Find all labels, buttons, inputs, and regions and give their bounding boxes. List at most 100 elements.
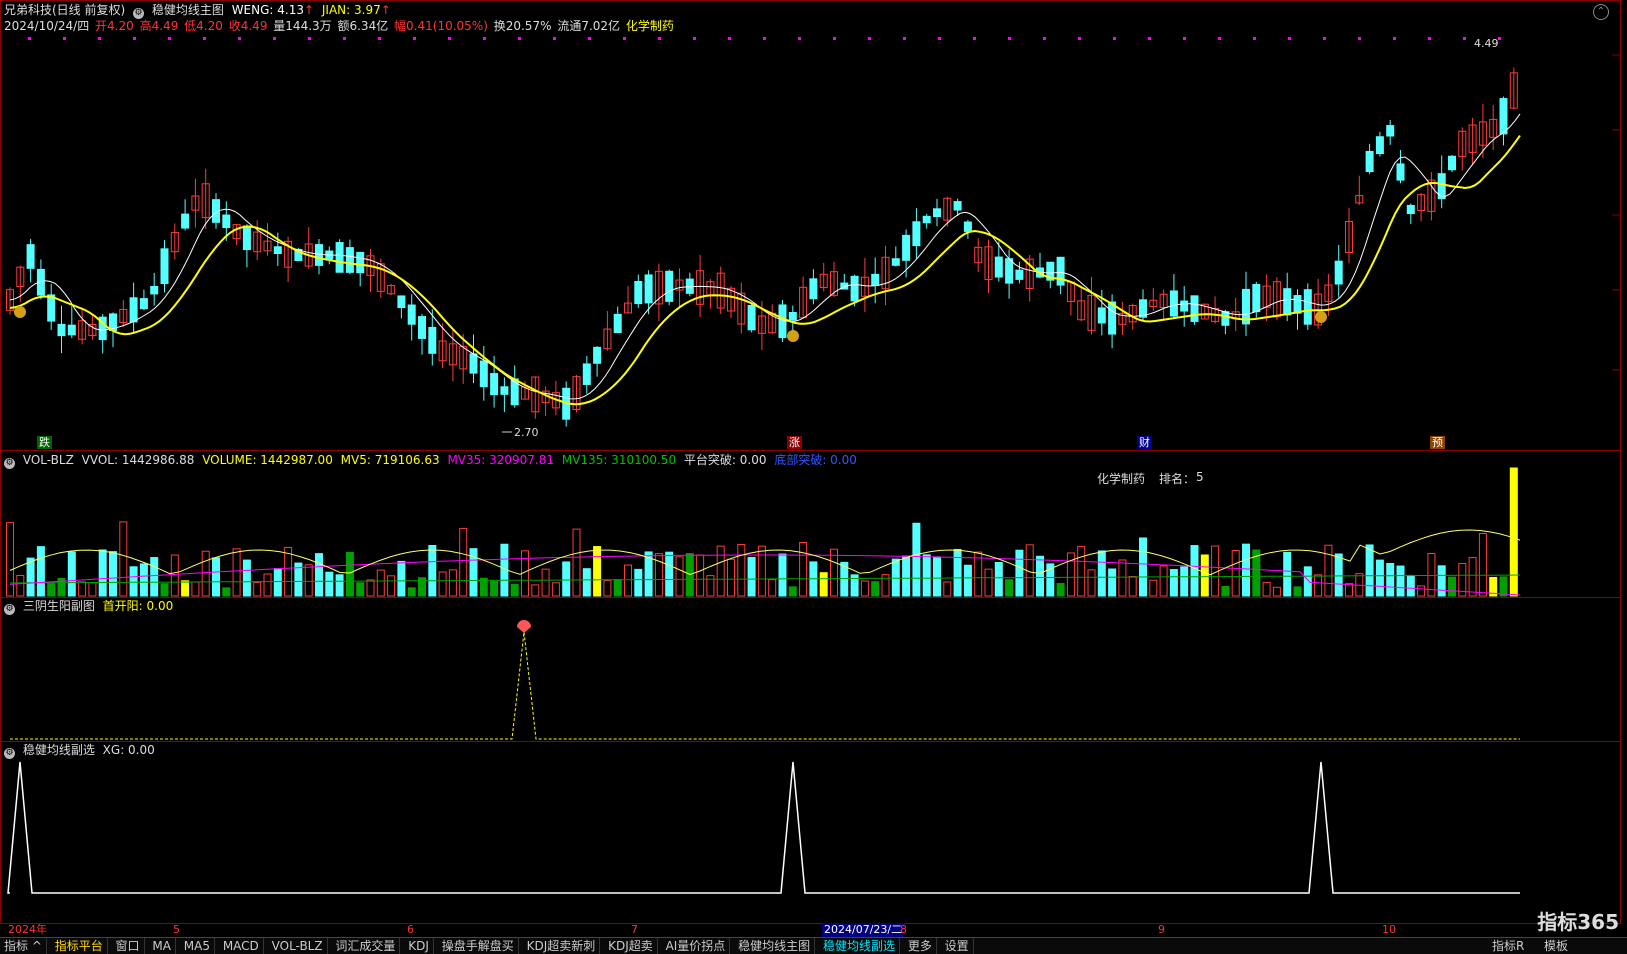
tab-volume-words[interactable]: 词汇成交量 — [331, 938, 401, 954]
kline-chart[interactable] — [0, 0, 1627, 953]
settings-icon[interactable]: ⚙ — [4, 458, 15, 469]
tab-ma5[interactable]: MA5 — [180, 938, 215, 954]
signal-dot — [518, 37, 521, 40]
tab-kdj-oversold[interactable]: KDJ超卖 — [604, 938, 658, 954]
signal-dot — [1358, 37, 1361, 40]
x-label: 8 — [900, 923, 907, 936]
signal-dot — [693, 37, 696, 40]
settings-icon[interactable]: ⚙ — [4, 748, 15, 759]
signal-dot — [1463, 37, 1466, 40]
tab-kdj-new[interactable]: KDJ超卖新刺 — [523, 938, 601, 954]
tab-macd[interactable]: MACD — [219, 938, 264, 954]
tab-indicator[interactable]: 指标 ^ — [0, 938, 47, 954]
tab-ai[interactable]: AI量价拐点 — [662, 938, 731, 954]
volume-bar — [222, 587, 231, 597]
signal-dot — [343, 37, 346, 40]
candle-body — [428, 326, 437, 354]
volume-bar — [665, 551, 674, 597]
volume-bar — [1406, 574, 1415, 597]
volume-bar — [747, 557, 756, 597]
volume-bar — [1128, 576, 1137, 597]
volume-bar — [1437, 565, 1446, 597]
bottom-breakout: 底部突破: 0.00 — [774, 453, 857, 467]
vol-indicator-name[interactable]: VOL-BLZ — [23, 453, 74, 467]
tab-kdj[interactable]: KDJ — [404, 938, 434, 954]
signal-dot — [1078, 37, 1081, 40]
volume-bar — [1056, 583, 1065, 597]
candle-body — [479, 360, 488, 388]
volume-bar — [1396, 565, 1405, 597]
low-price-label: 2.70 — [514, 426, 539, 439]
signal-dot — [1393, 37, 1396, 40]
sub1-signal-line — [10, 631, 1520, 740]
volume-bar — [160, 583, 169, 597]
vvol-value: VVOL: 1442986.88 — [81, 453, 195, 467]
signal-dot — [658, 37, 661, 40]
x-label: 9 — [1158, 923, 1165, 936]
mv135-value: MV135: 310100.50 — [561, 453, 677, 467]
volume-bar — [366, 579, 375, 597]
candle-body — [1108, 301, 1117, 335]
candle-body — [953, 201, 962, 211]
candle-body — [593, 346, 602, 364]
tab-indicator-r[interactable]: 指标R — [1488, 938, 1528, 954]
ma-white-line — [9, 113, 1521, 400]
tab-main-ma[interactable]: 稳健均线主图 — [734, 938, 816, 954]
volume-bar — [768, 579, 777, 597]
volume-bar — [1468, 557, 1477, 597]
tab-sub-ma[interactable]: 稳健均线副选 — [819, 938, 900, 954]
tab-more[interactable]: 更多 — [904, 938, 937, 954]
candle-body — [1015, 269, 1024, 280]
candle-body — [871, 273, 880, 286]
volume-value: VOLUME: 1442987.00 — [202, 453, 333, 467]
volume-bar — [1293, 586, 1302, 597]
candle-body — [634, 280, 643, 305]
signal-dot — [1253, 37, 1256, 40]
signal-dot — [308, 37, 311, 40]
volume-bar — [963, 564, 972, 597]
volume-bar — [922, 554, 931, 597]
tab-platform[interactable]: 指标平台 — [51, 938, 108, 954]
volume-bar — [181, 580, 190, 597]
volume-bar — [397, 560, 406, 597]
signal-dot — [798, 37, 801, 40]
tab-settings[interactable]: 设置 — [941, 938, 974, 954]
volume-bar — [613, 579, 622, 597]
volume-bar — [26, 557, 35, 597]
tab-ma[interactable]: MA — [148, 938, 176, 954]
candle-body — [1190, 295, 1199, 322]
signal-dot — [728, 37, 731, 40]
indicator-tab-bar: 指标 ^ 指标平台 窗口 MA MA5 MACD VOL-BLZ 词汇成交量 K… — [0, 937, 1627, 954]
volume-bar — [582, 568, 591, 597]
platform-breakout: 平台突破: 0.00 — [683, 453, 767, 467]
settings-icon[interactable]: ⚙ — [4, 604, 15, 615]
tab-template[interactable]: 模板 — [1540, 938, 1572, 954]
candle-body — [809, 278, 818, 300]
volume-bar — [593, 546, 602, 597]
signal-dot — [868, 37, 871, 40]
marker-yu: 预 — [1430, 436, 1445, 449]
tab-vol-blz[interactable]: VOL-BLZ — [268, 938, 328, 954]
sub2-header: ⚙ 稳健均线副选 XG: 0.00 — [4, 742, 159, 759]
x-axis: 2024年 5 6 7 2024/07/23/二 8 9 10 — [0, 923, 1620, 937]
volume-bar — [1272, 586, 1281, 597]
volume-bar — [788, 586, 797, 597]
volume-bar — [1242, 543, 1250, 597]
tab-trader[interactable]: 操盘手解盘买 — [438, 938, 519, 954]
volume-bar — [1375, 559, 1384, 597]
sub2-name[interactable]: 稳健均线副选 — [23, 743, 95, 757]
signal-dot — [1218, 37, 1221, 40]
volume-bar — [778, 553, 787, 597]
signal-dot — [623, 37, 626, 40]
volume-bar — [706, 575, 715, 597]
volume-bar — [1365, 544, 1374, 597]
tab-window[interactable]: 窗口 — [112, 938, 145, 954]
volume-bar — [1036, 555, 1044, 597]
volume-bar — [1262, 581, 1271, 597]
signal-dot — [168, 37, 171, 40]
volume-bar — [263, 573, 272, 597]
candle-body — [1375, 136, 1384, 155]
signal-dot — [1148, 37, 1151, 40]
panel-frame — [0, 597, 1621, 742]
sub1-name[interactable]: 三阴生阳副图 — [23, 599, 95, 613]
